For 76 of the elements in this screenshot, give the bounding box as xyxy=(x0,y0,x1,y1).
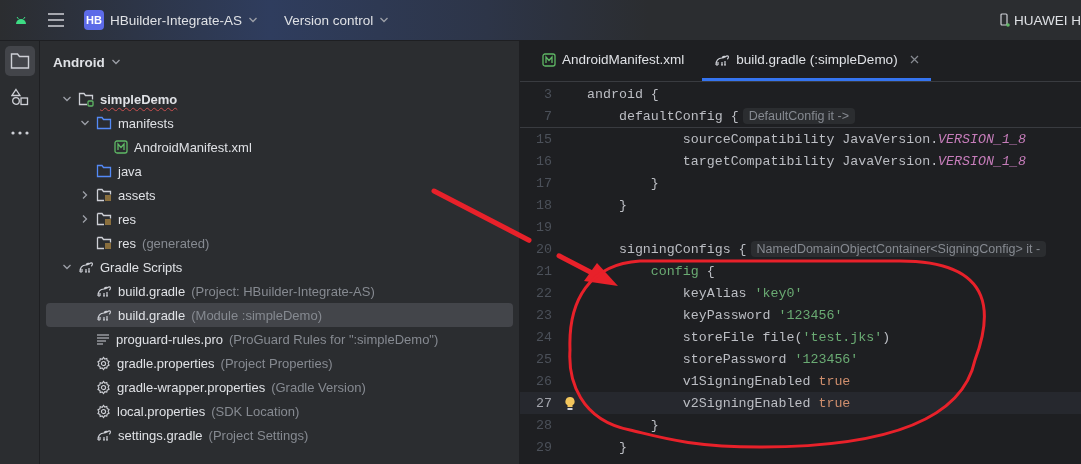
code-line: } xyxy=(650,417,659,433)
tree-item[interactable]: java xyxy=(46,159,513,183)
chevron-icon[interactable] xyxy=(80,214,90,224)
tree-item[interactable]: simpleDemo xyxy=(46,87,513,111)
code-line: } xyxy=(650,175,659,191)
view-selector[interactable]: Android xyxy=(53,54,105,70)
code-line: android { xyxy=(587,86,659,102)
folder-icon xyxy=(96,164,112,178)
code-line: keyPassword '123456' xyxy=(682,307,843,323)
project-badge: HB xyxy=(84,10,104,30)
chevron-icon[interactable] xyxy=(379,15,390,25)
folder-icon xyxy=(9,52,30,70)
shapes-icon xyxy=(10,88,29,106)
device-selector[interactable]: HUAWEI H xyxy=(1014,12,1081,28)
module-folder-icon xyxy=(78,91,94,107)
tree-item[interactable]: local.properties (SDK Location) xyxy=(46,399,513,423)
gear-icon xyxy=(96,355,111,371)
code-line: storePassword '123456' xyxy=(682,351,859,367)
line-number: 27 xyxy=(535,395,552,411)
inlay-hint: DefaultConfig it -> xyxy=(742,108,856,124)
folder-icon xyxy=(96,116,112,130)
tree-item[interactable]: res (generated) xyxy=(46,231,513,255)
elephant-icon xyxy=(96,428,112,442)
android-icon[interactable] xyxy=(15,16,27,24)
tree-item[interactable]: gradle-wrapper.properties (Gradle Version) xyxy=(46,375,513,399)
tree-item[interactable]: AndroidManifest.xml xyxy=(46,135,513,159)
text-file-icon xyxy=(96,333,110,345)
menu-icon[interactable] xyxy=(48,13,64,27)
tree-item[interactable]: proguard-rules.pro (ProGuard Rules for ":simpleDemo") xyxy=(46,327,513,351)
code-line: v2SigningEnabled true xyxy=(682,395,851,411)
inlay-hint: NamedDomainObjectContainer<SigningConfig> it - xyxy=(750,241,1047,257)
tree-item[interactable]: assets xyxy=(46,183,513,207)
code-line: } xyxy=(618,197,627,213)
code-line: signingConfigs { xyxy=(618,241,747,257)
editor-tab[interactable]: AndroidManifest.xml xyxy=(530,41,697,81)
code-line: defaultConfig { xyxy=(618,108,739,124)
lightbulb-icon[interactable] xyxy=(563,395,576,411)
gear-icon xyxy=(96,403,111,419)
project-name: HBuilder-Integrate-AS xyxy=(110,12,243,28)
chevron-icon[interactable] xyxy=(80,118,90,128)
tool-window-button[interactable] xyxy=(4,46,35,76)
manifest-file-icon xyxy=(114,140,128,154)
resource-folder-icon xyxy=(96,188,112,202)
chevron-icon[interactable] xyxy=(62,262,72,272)
chevron-icon[interactable] xyxy=(248,15,259,25)
resource-folder-icon xyxy=(96,212,112,226)
code-line: sourceCompatibility JavaVersion.VERSION_1_8 xyxy=(682,131,1026,147)
elephant-icon xyxy=(96,284,112,298)
elephant-icon xyxy=(96,308,112,322)
gear-icon xyxy=(96,379,111,395)
elephant-icon xyxy=(78,260,94,274)
code-line: v1SigningEnabled true xyxy=(682,373,851,389)
chevron-icon[interactable] xyxy=(62,94,72,104)
elephant-icon xyxy=(714,52,731,67)
chevron-icon[interactable] xyxy=(80,190,90,200)
code-line: targetCompatibility JavaVersion.VERSION_1_8 xyxy=(682,153,1026,169)
tree-item[interactable]: res xyxy=(46,207,513,231)
more-icon xyxy=(10,131,29,135)
tree-item[interactable]: Gradle Scripts xyxy=(46,255,513,279)
phone-icon xyxy=(1000,13,1010,27)
code-line: keyAlias 'key0' xyxy=(682,285,803,301)
close-icon[interactable] xyxy=(909,55,919,64)
code-line: storeFile file('test.jks') xyxy=(682,329,891,345)
editor-tab[interactable]: build.gradle (:simpleDemo) xyxy=(702,41,931,81)
tree-item[interactable]: build.gradle (Project: HBuilder-Integrate-AS) xyxy=(46,279,513,303)
project-selector[interactable]: HB HBuilder-Integrate-AS xyxy=(78,6,265,34)
version-control-menu[interactable]: Version control xyxy=(278,8,396,32)
code-line: } xyxy=(618,439,627,455)
manifest-file-icon xyxy=(542,52,556,67)
tree-item[interactable]: build.gradle (Module :simpleDemo) xyxy=(46,303,513,327)
tree-item[interactable]: manifests xyxy=(46,111,513,135)
tree-item[interactable]: settings.gradle (Project Settings) xyxy=(46,423,513,447)
code-line: config { xyxy=(650,263,715,279)
tree-item[interactable]: gradle.properties (Project Properties) xyxy=(46,351,513,375)
resource-folder-icon xyxy=(96,236,112,250)
chevron-icon[interactable] xyxy=(110,57,121,67)
